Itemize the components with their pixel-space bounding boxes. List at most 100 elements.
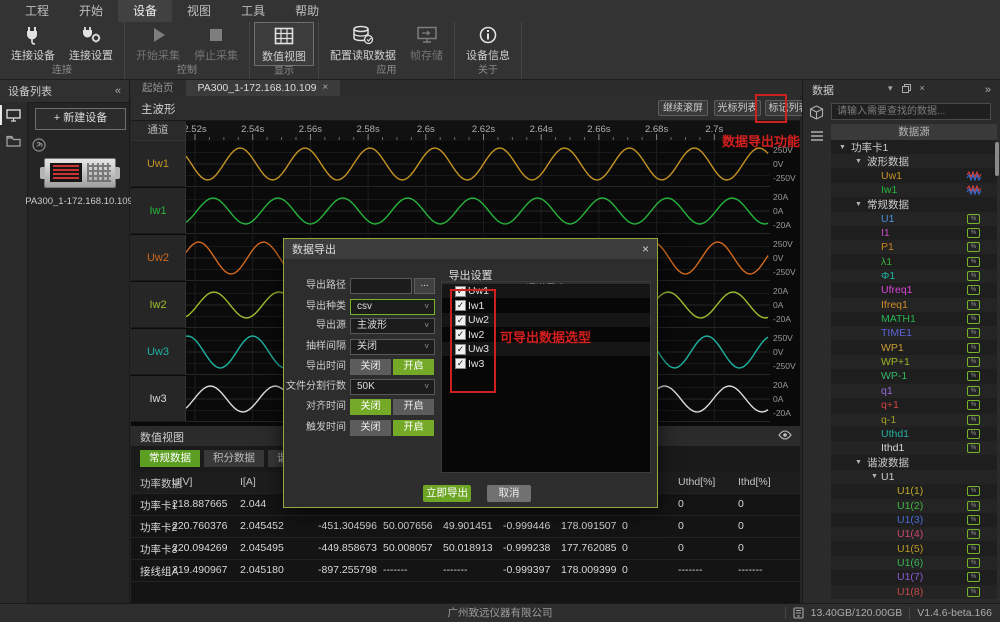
search-input[interactable] <box>831 103 991 120</box>
numeric-tab-2[interactable]: 积分数据 <box>204 450 264 467</box>
tab-device[interactable]: PA300_1-172.168.10.109× <box>186 80 341 96</box>
data-list-icon[interactable] <box>810 130 824 142</box>
tree-item-Iw1[interactable]: Iw1 <box>831 183 997 197</box>
dialog-close-icon[interactable]: × <box>642 243 649 255</box>
new-device-button[interactable]: + 新建设备 <box>35 108 126 130</box>
tree-expander-icon[interactable]: ▼ <box>871 473 878 480</box>
device-view-icon[interactable] <box>0 102 27 128</box>
collapse-panel-button[interactable]: « <box>115 85 121 97</box>
tree-item-Uw1[interactable]: Uw1 <box>831 169 997 183</box>
value-badge-icon: % <box>967 257 980 267</box>
tree-item-WP1[interactable]: WP1% <box>831 341 997 355</box>
field-select[interactable]: 主波形˅ <box>350 318 435 334</box>
value-badge-icon: % <box>967 544 980 554</box>
ribbon-button-database[interactable]: 配置读取数据 <box>323 23 403 65</box>
datasource-cube-icon[interactable] <box>809 105 824 120</box>
tab-close-all-icon[interactable]: × <box>920 83 925 93</box>
tree-item-q1[interactable]: q1% <box>831 384 997 398</box>
tree-item-U1(5)[interactable]: U1(5)% <box>831 542 997 556</box>
tree-item-U1(8)[interactable]: U1(8)% <box>831 585 997 599</box>
menu-item-6[interactable]: 帮助 <box>280 0 334 22</box>
table-row-3[interactable]: 功率卡3220.0942692.045495-449.85867350.0080… <box>131 538 800 560</box>
folder-icon[interactable] <box>0 128 27 154</box>
tree-expander-icon[interactable]: ▼ <box>839 144 846 151</box>
tree-item-P1[interactable]: P1% <box>831 240 997 254</box>
tree-item-[interactable]: ▼谐波数据 <box>831 456 997 470</box>
browse-button[interactable]: ... <box>414 278 435 294</box>
tree-item-Ufreq1[interactable]: Ufreq1% <box>831 283 997 297</box>
channel-label-Uw3[interactable]: Uw3 <box>131 329 186 375</box>
tree-item-U1(4)[interactable]: U1(4)% <box>831 527 997 541</box>
export-path-input[interactable] <box>350 278 412 294</box>
tree-item-I1[interactable]: I1% <box>831 226 997 240</box>
menu-item-2[interactable]: 开始 <box>64 0 118 22</box>
toggle-on-button[interactable]: 开启 <box>393 420 434 436</box>
tab-start[interactable]: 起始页 <box>130 80 186 96</box>
field-select[interactable]: csv˅ <box>350 299 435 315</box>
tree-item-WP-1[interactable]: WP-1% <box>831 369 997 383</box>
tree-item-1[interactable]: ▼功率卡1 <box>831 140 997 154</box>
table-cell: 0 <box>622 520 628 532</box>
menu-item-3[interactable]: 设备 <box>118 0 172 22</box>
window-restore-icon[interactable] <box>902 84 911 93</box>
tree-item-MATH1[interactable]: MATH1% <box>831 312 997 326</box>
tree-item-q-1[interactable]: q-1% <box>831 413 997 427</box>
tree-item-U1(3)[interactable]: U1(3)% <box>831 513 997 527</box>
tree-item-1[interactable]: λ1% <box>831 255 997 269</box>
channel-plot-Uw1[interactable] <box>186 141 770 187</box>
tree-item-[interactable]: ▼波形数据 <box>831 154 997 168</box>
tree-item-1[interactable]: Φ1% <box>831 269 997 283</box>
tree-item-TIME1[interactable]: TIME1% <box>831 326 997 340</box>
channel-label-Iw1[interactable]: Iw1 <box>131 188 186 234</box>
tabs-dropdown-icon[interactable]: ▾ <box>888 83 893 94</box>
channel-label-Iw3[interactable]: Iw3 <box>131 376 186 422</box>
tree-item-U1(2)[interactable]: U1(2)% <box>831 499 997 513</box>
channel-label-Uw1[interactable]: Uw1 <box>131 141 186 187</box>
ribbon-button-plug-gear[interactable]: 连接设置 <box>62 23 120 65</box>
tree-item-Uthd1[interactable]: Uthd1% <box>831 427 997 441</box>
toggle-off-button[interactable]: 关闭 <box>350 359 391 375</box>
tree-item-U1[interactable]: ▼U1 <box>831 470 997 484</box>
toggle-on-button[interactable]: 开启 <box>393 359 434 375</box>
export-now-button[interactable]: 立即导出 <box>423 485 471 502</box>
tree-item-U1(7)[interactable]: U1(7)% <box>831 570 997 584</box>
field-select[interactable]: 50K˅ <box>350 379 435 395</box>
eye-icon[interactable] <box>778 429 792 441</box>
tree-scrollbar[interactable] <box>995 142 999 176</box>
wave-button-1[interactable]: 继续滚屏 <box>658 100 708 116</box>
tab-close-icon[interactable]: × <box>322 80 328 96</box>
table-row-2[interactable]: 功率卡2220.7603762.045452-451.30459650.0076… <box>131 516 800 538</box>
table-row-4[interactable]: 接线组A219.4909672.045180-897.255798-------… <box>131 560 800 582</box>
menu-item-1[interactable]: 工程 <box>10 0 64 22</box>
toggle-off-button[interactable]: 关闭 <box>350 420 391 436</box>
tree-expander-icon[interactable]: ▼ <box>855 459 862 466</box>
ribbon-button-info[interactable]: 设备信息 <box>459 23 517 65</box>
channel-plot-Iw1[interactable] <box>186 188 770 234</box>
tree-item-WP+1[interactable]: WP+1% <box>831 355 997 369</box>
menu-item-4[interactable]: 视图 <box>172 0 226 22</box>
dialog-titlebar[interactable]: 数据导出 × <box>284 239 657 259</box>
tree-item-[interactable]: ▼常规数据 <box>831 197 997 211</box>
channel-label-Iw2[interactable]: Iw2 <box>131 282 186 328</box>
value-badge-icon: % <box>967 587 980 597</box>
menu-item-5[interactable]: 工具 <box>226 0 280 22</box>
numeric-tab-1[interactable]: 常规数据 <box>140 450 200 467</box>
toggle-on-button[interactable]: 开启 <box>393 399 434 415</box>
ribbon-button-table[interactable]: 数值视图 <box>254 22 314 66</box>
toggle-off-button[interactable]: 关闭 <box>350 399 391 415</box>
tree-item-q+1[interactable]: q+1% <box>831 398 997 412</box>
channel-label-Uw2[interactable]: Uw2 <box>131 235 186 281</box>
device-card[interactable]: PA300_1-172.168.10.109 <box>30 134 128 284</box>
tree-item-U1(1)[interactable]: U1(1)% <box>831 484 997 498</box>
tree-item-Ithd1[interactable]: Ithd1% <box>831 441 997 455</box>
tree-expander-icon[interactable]: ▼ <box>855 158 862 165</box>
field-select[interactable]: 关闭˅ <box>350 339 435 355</box>
wave-button-2[interactable]: 光标列表 <box>714 100 761 116</box>
tree-item-U1(6)[interactable]: U1(6)% <box>831 556 997 570</box>
ribbon-button-plug[interactable]: 连接设备 <box>4 23 62 65</box>
table-cell: -0.999397 <box>503 564 550 576</box>
cancel-button[interactable]: 取消 <box>487 485 531 502</box>
tree-expander-icon[interactable]: ▼ <box>855 201 862 208</box>
tree-item-Ifreq1[interactable]: Ifreq1% <box>831 298 997 312</box>
tree-item-U1[interactable]: U1% <box>831 212 997 226</box>
